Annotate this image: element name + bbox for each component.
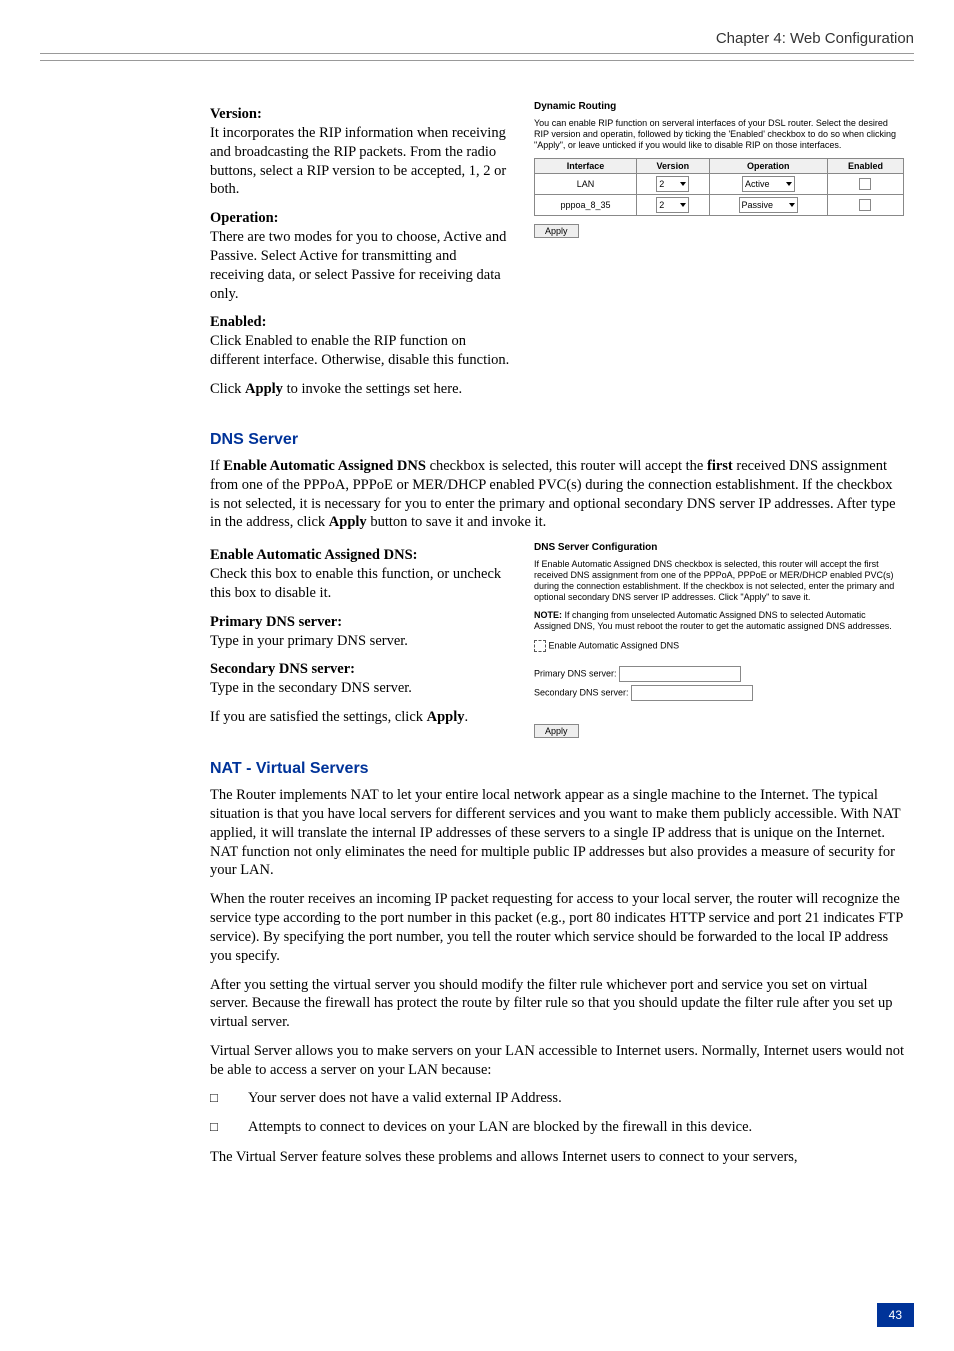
operation-label: Operation:: [210, 210, 278, 226]
nat-p3: After you setting the virtual server you…: [210, 976, 904, 1033]
auto-dns-checkbox[interactable]: [534, 640, 546, 652]
dns-heading: DNS Server: [210, 431, 904, 449]
chevron-down-icon: [786, 182, 792, 186]
nat-list: □Your server does not have a valid exter…: [210, 1090, 904, 1136]
rip-section: Version: It incorporates the RIP informa…: [210, 101, 904, 409]
dns-config-screenshot: DNS Server Configuration If Enable Autom…: [534, 542, 904, 738]
secondary-dns-text: Type in the secondary DNS server.: [210, 680, 412, 696]
th-interface: Interface: [535, 159, 637, 174]
table-row: LAN 2 Active: [535, 174, 904, 195]
rip-table: Interface Version Operation Enabled LAN …: [534, 158, 904, 216]
page-number: 43: [877, 1303, 914, 1327]
nat-p1: The Router implements NAT to let your en…: [210, 786, 904, 880]
dns-apply-sentence: If you are satisfied the settings, click…: [210, 708, 510, 727]
th-enabled: Enabled: [827, 159, 903, 174]
nat-p4: Virtual Server allows you to make server…: [210, 1042, 904, 1080]
secondary-dns-input[interactable]: [631, 685, 753, 701]
primary-dns-field-label: Primary DNS server:: [534, 668, 617, 678]
apply-button[interactable]: Apply: [534, 724, 579, 738]
primary-dns-text: Type in your primary DNS server.: [210, 633, 408, 649]
list-item: □Your server does not have a valid exter…: [210, 1090, 904, 1107]
nat-p2: When the router receives an incoming IP …: [210, 890, 904, 965]
header-divider: [40, 60, 914, 61]
primary-dns-label: Primary DNS server:: [210, 614, 342, 630]
dynamic-routing-screenshot: Dynamic Routing You can enable RIP funct…: [534, 101, 904, 409]
nat-heading: NAT - Virtual Servers: [210, 760, 904, 778]
version-text: It incorporates the RIP information when…: [210, 125, 506, 198]
cell-interface: pppoa_8_35: [535, 195, 637, 216]
apply-sentence: Click Apply to invoke the settings set h…: [210, 380, 510, 399]
enabled-label: Enabled:: [210, 314, 266, 330]
chevron-down-icon: [680, 182, 686, 186]
shot-note: NOTE: If changing from unselected Automa…: [534, 610, 904, 632]
square-bullet-icon: □: [210, 1119, 220, 1136]
enabled-text: Click Enabled to enable the RIP function…: [210, 333, 509, 368]
auto-dns-text: Check this box to enable this function, …: [210, 566, 501, 601]
shot-desc-text: You can enable RIP function on serveral …: [534, 118, 904, 150]
cell-interface: LAN: [535, 174, 637, 195]
chevron-down-icon: [680, 203, 686, 207]
chapter-title: Chapter 4: Web Configuration: [40, 30, 914, 54]
auto-dns-label: Enable Automatic Assigned DNS:: [210, 547, 417, 563]
shot-title: DNS Server Configuration: [534, 542, 904, 553]
enabled-checkbox[interactable]: [859, 199, 871, 211]
nat-p5: The Virtual Server feature solves these …: [210, 1148, 904, 1167]
operation-select[interactable]: Passive: [739, 197, 799, 213]
list-item: □Attempts to connect to devices on your …: [210, 1119, 904, 1136]
auto-dns-checkbox-label: Enable Automatic Assigned DNS: [549, 640, 680, 650]
dns-intro: If Enable Automatic Assigned DNS checkbo…: [210, 457, 904, 532]
chevron-down-icon: [789, 203, 795, 207]
version-select[interactable]: 2: [656, 197, 689, 213]
operation-text: There are two modes for you to choose, A…: [210, 229, 506, 302]
secondary-dns-field-label: Secondary DNS server:: [534, 687, 629, 697]
enabled-checkbox[interactable]: [859, 178, 871, 190]
operation-select[interactable]: Active: [742, 176, 795, 192]
apply-button[interactable]: Apply: [534, 224, 579, 238]
version-label: Version:: [210, 106, 262, 122]
th-version: Version: [637, 159, 710, 174]
primary-dns-input[interactable]: [619, 666, 741, 682]
version-select[interactable]: 2: [656, 176, 689, 192]
shot-title: Dynamic Routing: [534, 101, 904, 112]
square-bullet-icon: □: [210, 1090, 220, 1107]
table-row: pppoa_8_35 2 Passive: [535, 195, 904, 216]
shot-desc-text: If Enable Automatic Assigned DNS checkbo…: [534, 559, 904, 602]
dns-two-col: Enable Automatic Assigned DNS: Check thi…: [210, 542, 904, 738]
th-operation: Operation: [709, 159, 827, 174]
secondary-dns-label: Secondary DNS server:: [210, 661, 355, 677]
